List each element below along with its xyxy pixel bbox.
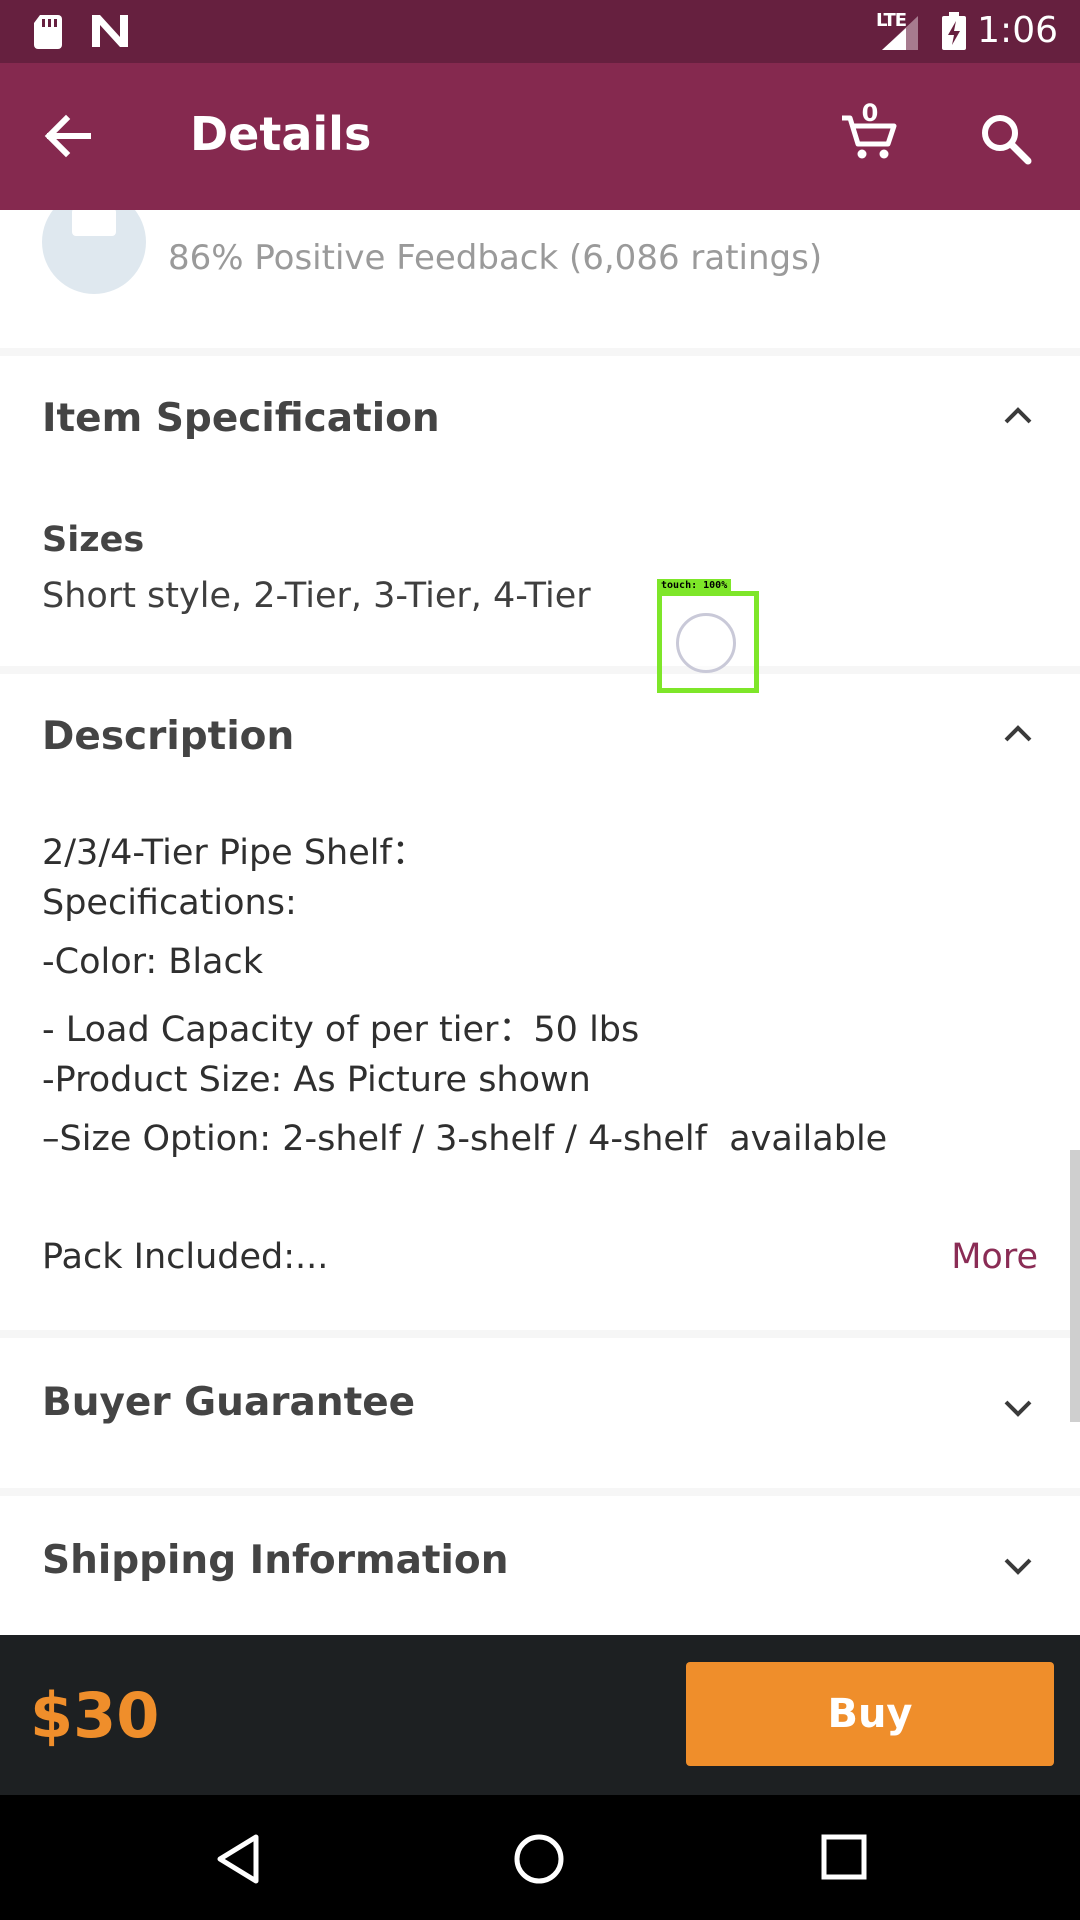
sizes-value: Short style, 2-Tier, 3-Tier, 4-Tier [42,576,591,616]
buy-bar: $30 Buy [0,1635,1080,1795]
seller-feedback: 86% Positive Feedback (6,086 ratings) [168,238,823,278]
chevron-up-icon[interactable] [1000,398,1036,434]
description-line: 2/3/4-Tier Pipe Shelf： [42,833,427,873]
shipping-information-section[interactable]: Shipping Information [0,1496,1080,1635]
chevron-down-icon[interactable] [1000,1548,1036,1584]
touch-indicator-circle [676,613,736,673]
seller-card[interactable]: 86% Positive Feedback (6,086 ratings) [0,210,1080,348]
status-bar: LTE 1:06 [0,0,1080,63]
details-content[interactable]: 86% Positive Feedback (6,086 ratings) It… [0,210,1080,1635]
buyer-guarantee-header[interactable]: Buyer Guarantee [42,1380,415,1425]
chevron-down-icon[interactable] [1000,1390,1036,1426]
description-line: -Product Size: As Picture shown [42,1060,591,1100]
description-header[interactable]: Description [42,714,294,759]
scrollbar[interactable] [1070,1150,1080,1422]
description-line: Specifications: [42,883,297,923]
item-specification-header[interactable]: Item Specification [42,396,440,441]
recents-nav-icon[interactable] [820,1833,868,1881]
back-nav-icon[interactable] [214,1833,262,1885]
home-nav-icon[interactable] [513,1833,565,1885]
more-link[interactable]: More [951,1237,1038,1277]
page-title: Details [190,107,372,161]
sizes-label: Sizes [42,520,145,560]
app-bar: Details 0 [0,63,1080,210]
notification-n-icon [92,15,128,47]
sd-card-icon [34,15,62,49]
chevron-up-icon[interactable] [1000,716,1036,752]
price-label: $30 [30,1679,160,1752]
description-section: Description 2/3/4-Tier Pipe Shelf： Speci… [0,674,1080,1330]
description-line: Pack Included:... [42,1237,329,1277]
seller-avatar [42,210,146,294]
shipping-information-header[interactable]: Shipping Information [42,1538,508,1583]
cart-count-badge: 0 [861,99,879,127]
battery-charging-icon [942,12,966,50]
buyer-guarantee-section[interactable]: Buyer Guarantee [0,1338,1080,1488]
buy-button[interactable]: Buy [686,1662,1054,1766]
status-time: 1:06 [977,10,1058,51]
navigation-bar [0,1795,1080,1920]
signal-icon [882,16,918,50]
back-arrow-icon[interactable] [40,109,94,163]
search-icon[interactable] [978,111,1032,165]
description-line: -Color: Black [42,942,264,982]
description-line: - Load Capacity of per tier：50 lbs [42,1010,640,1050]
item-specification-section: Item Specification Sizes Short style, 2-… [0,356,1080,666]
description-line: –Size Option: 2-shelf / 3-shelf / 4-shel… [42,1119,888,1159]
